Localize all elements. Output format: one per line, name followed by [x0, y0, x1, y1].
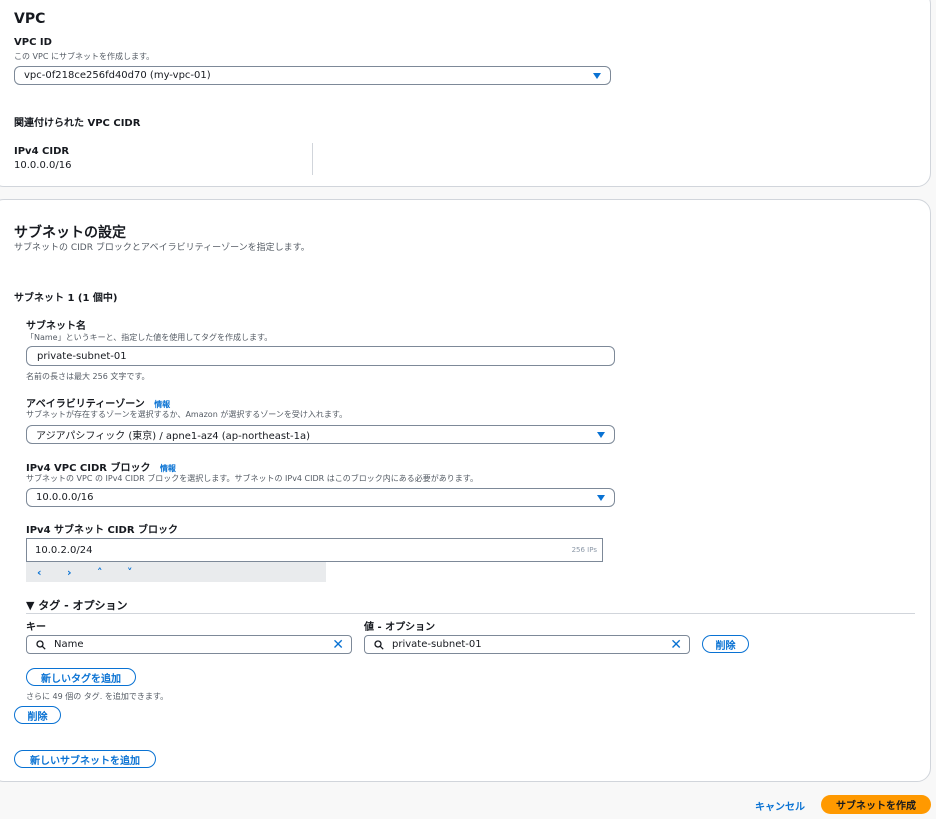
chevron-down-icon[interactable]: ˅: [127, 566, 157, 579]
subnet-name-description: 「Name」というキーと、指定した値を使用してタグを作成します。: [26, 333, 273, 342]
chevron-up-icon[interactable]: ˄: [97, 566, 127, 579]
subnet-name-input[interactable]: private-subnet-01: [26, 346, 615, 366]
search-icon: [36, 639, 46, 650]
vpc-id-description: この VPC にサブネットを作成します。: [14, 52, 155, 61]
create-subnet-button[interactable]: サブネットを作成: [821, 795, 931, 814]
tag-key-value: Name: [54, 639, 84, 650]
ipv4-cidr-label: IPv4 CIDR: [14, 146, 70, 157]
subnet-name-value: private-subnet-01: [37, 350, 127, 362]
assoc-cidr-heading: 関連付けられた VPC CIDR: [14, 118, 141, 129]
clear-icon[interactable]: ✕: [332, 638, 344, 652]
az-select[interactable]: アジアパシフィック (東京) / apne1-az4 (ap-northeast…: [26, 425, 615, 444]
subnet-cidr-input[interactable]: 10.0.2.0/24 256 IPs: [26, 538, 603, 562]
cancel-link[interactable]: キャンセル: [755, 798, 805, 813]
tag-value-value: private-subnet-01: [392, 639, 482, 650]
vpc-cidr-value: 10.0.0.0/16: [36, 492, 94, 503]
vpc-cidr-label-row: IPv4 VPC CIDR ブロック 情報: [26, 459, 176, 474]
vpc-card: [0, 0, 931, 187]
vpc-cidr-description: サブネットの VPC の IPv4 CIDR ブロックを選択します。サブネットの…: [26, 474, 478, 483]
subnet-name-hint: 名前の長さは最大 256 文字です。: [26, 372, 150, 381]
tag-limit-hint: さらに 49 個の タグ. を追加できます。: [26, 692, 169, 701]
vpc-cidr-info-link[interactable]: 情報: [160, 464, 176, 473]
vpc-id-label: VPC ID: [14, 37, 52, 48]
subnet-cidr-value: 10.0.2.0/24: [35, 544, 93, 556]
caret-down-icon: [597, 495, 605, 501]
tags-divider: [26, 613, 915, 614]
subnet-cidr-ip-count: 256 IPs: [571, 546, 597, 554]
column-divider: [312, 143, 313, 175]
cidr-stepper: ‹ › ˄ ˅: [26, 562, 326, 582]
tag-value-input[interactable]: private-subnet-01 ✕: [364, 635, 690, 654]
subnet-section-description: サブネットの CIDR ブロックとアベイラビリティーゾーンを指定します。: [14, 243, 310, 253]
add-tag-button[interactable]: 新しいタグを追加: [26, 668, 136, 686]
vpc-title: VPC: [14, 11, 46, 27]
az-info-link[interactable]: 情報: [154, 400, 170, 409]
az-label-row: アベイラビリティーゾーン 情報: [26, 395, 170, 410]
caret-down-icon: [593, 73, 601, 79]
subnet-section-title: サブネットの設定: [14, 225, 126, 241]
vpc-cidr-select[interactable]: 10.0.0.0/16: [26, 488, 615, 507]
remove-tag-button[interactable]: 削除: [702, 635, 749, 653]
add-subnet-button[interactable]: 新しいサブネットを追加: [14, 750, 156, 768]
chevron-left-icon[interactable]: ‹: [37, 566, 67, 579]
ipv4-cidr-value: 10.0.0.0/16: [14, 160, 72, 171]
tag-key-label: キー: [26, 622, 46, 633]
search-icon: [374, 639, 384, 650]
vpc-id-value: vpc-0f218ce256fd40d70 (my-vpc-01): [24, 70, 211, 81]
az-value: アジアパシフィック (東京) / apne1-az4 (ap-northeast…: [36, 431, 310, 442]
subnet-heading: サブネット 1 (1 個中): [14, 293, 118, 304]
tag-key-input[interactable]: Name ✕: [26, 635, 352, 654]
vpc-id-select[interactable]: vpc-0f218ce256fd40d70 (my-vpc-01): [14, 66, 611, 85]
chevron-right-icon[interactable]: ›: [67, 566, 97, 579]
remove-subnet-button[interactable]: 削除: [14, 706, 61, 724]
tag-value-label: 値 - オプション: [364, 622, 436, 633]
subnet-cidr-label: IPv4 サブネット CIDR ブロック: [26, 525, 179, 536]
clear-icon[interactable]: ✕: [670, 638, 682, 652]
az-description: サブネットが存在するゾーンを選択するか、Amazon が選択するゾーンを受け入れ…: [26, 410, 348, 419]
tags-toggle[interactable]: ▼ タグ - オプション: [26, 597, 128, 613]
subnet-name-label: サブネット名: [26, 321, 86, 332]
caret-down-icon: [597, 432, 605, 438]
